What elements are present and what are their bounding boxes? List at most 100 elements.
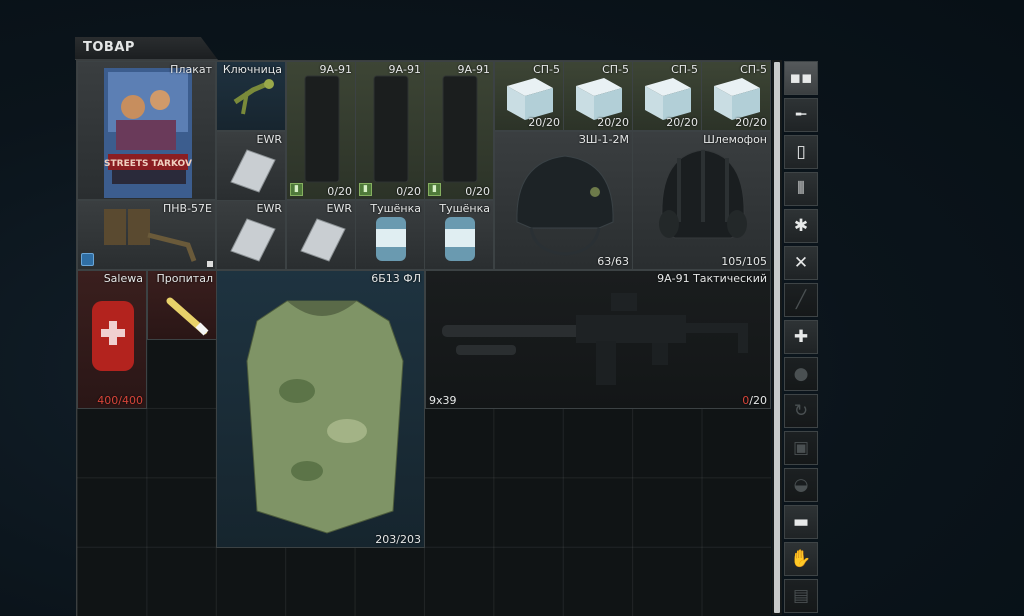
category-sidebar: ▪▪ ╾ ▯ ⦀ ✱ ✕ ╱ ✚ ● ↻ ▣ ◒ ▬ ✋ ▤: [784, 61, 820, 615]
item-name: ПНВ-57Е: [162, 202, 212, 215]
item-name: 6Б13 ФЛ: [371, 272, 421, 285]
filter-food-button[interactable]: ✕: [784, 246, 818, 280]
item-name: Salewa: [103, 272, 143, 285]
item-name: Шлемофон: [703, 133, 767, 146]
grenade-icon: ●: [793, 364, 809, 384]
filter-all-button[interactable]: ▪▪: [784, 61, 818, 95]
item-ammo-pack[interactable]: СП-5 20/20: [494, 61, 564, 131]
item-count: 203/203: [375, 533, 421, 546]
barter-icon: ↻: [793, 401, 809, 421]
medical-icon: ✚: [793, 327, 809, 347]
stash-grid[interactable]: STREETS TARKOV Плакат Ключница 9А-91 ▮ 0…: [76, 60, 771, 616]
filter-weapons-button[interactable]: ╾: [784, 98, 818, 132]
map-icon: ▤: [792, 586, 810, 606]
helmet-icon: [516, 155, 614, 256]
backpack-icon: ◒: [793, 475, 809, 495]
item-count: 400/400: [97, 394, 143, 407]
item-ewr[interactable]: EWR: [216, 200, 286, 270]
filter-ammo-button[interactable]: ⦀: [784, 172, 818, 206]
filter-barter-button[interactable]: ↻: [784, 394, 818, 428]
item-name: EWR: [256, 133, 282, 146]
gloves-icon: ✋: [790, 549, 812, 569]
filter-special-button[interactable]: ✱: [784, 209, 818, 243]
filter-armor-button[interactable]: ▣: [784, 431, 818, 465]
item-ammo-pack[interactable]: СП-5 20/20: [701, 61, 771, 131]
found-in-raid-icon: ▮: [359, 183, 372, 196]
filter-medical-button[interactable]: ✚: [784, 320, 818, 354]
food-icon: ✕: [793, 253, 809, 273]
item-count: 0/20: [396, 185, 421, 198]
in-use-icon: [81, 253, 94, 266]
item-count: 20/20: [666, 116, 698, 129]
item-helmet[interactable]: ЗШ-1-2М 63/63: [494, 131, 633, 270]
filter-gear-button[interactable]: ✋: [784, 542, 818, 576]
item-name: Пропитал: [156, 272, 213, 285]
item-name: Плакат: [170, 63, 212, 76]
item-ammo-pack[interactable]: СП-5 20/20: [563, 61, 633, 131]
rifle-icon: ╾: [795, 105, 807, 125]
armor-vest-icon: [246, 300, 404, 534]
headset-icon: [659, 149, 747, 239]
item-name: EWR: [256, 202, 282, 215]
item-name: СП-5: [533, 63, 560, 76]
item-magazine[interactable]: 9А-91 ▮ 0/20: [424, 61, 494, 200]
rifle-icon: [442, 293, 748, 385]
filter-backpacks-button[interactable]: ◒: [784, 468, 818, 502]
stash-scrollbar[interactable]: [772, 60, 782, 615]
item-armor[interactable]: 6Б13 ФЛ 203/203: [216, 270, 425, 548]
item-count: 20/20: [528, 116, 560, 129]
item-ewr[interactable]: EWR: [216, 131, 286, 201]
item-name: 9А-91: [457, 63, 491, 76]
filter-magazines-button[interactable]: ▯: [784, 135, 818, 169]
item-name: 9А-91: [388, 63, 422, 76]
scrollbar-thumb[interactable]: [774, 62, 780, 613]
item-ammo-pack[interactable]: СП-5 20/20: [632, 61, 702, 131]
item-salewa[interactable]: Salewa 400/400: [77, 270, 147, 409]
filter-melee-button[interactable]: ╱: [784, 283, 818, 317]
ammo-capacity: /20: [749, 394, 767, 407]
item-name: ЗШ-1-2М: [578, 133, 629, 146]
item-caliber: 9x39: [429, 394, 457, 407]
found-in-raid-icon: ▮: [428, 183, 441, 196]
item-poster[interactable]: STREETS TARKOV Плакат: [77, 61, 216, 200]
item-magazine[interactable]: 9А-91 ▮ 0/20: [355, 61, 425, 200]
item-count: 20/20: [735, 116, 767, 129]
item-rifle[interactable]: 9А-91 Тактический 9x39 0/20: [425, 270, 771, 409]
item-name: СП-5: [671, 63, 698, 76]
item-ewr[interactable]: EWR: [286, 200, 356, 270]
item-name: 9А-91: [319, 63, 353, 76]
item-name: СП-5: [740, 63, 767, 76]
poster-art-text: STREETS TARKOV: [104, 159, 192, 169]
item-count: 0/20: [465, 185, 490, 198]
item-keytool[interactable]: Ключница: [216, 61, 286, 131]
item-can[interactable]: Тушёнка: [355, 200, 425, 270]
stash-title: ТОВАР: [83, 40, 135, 55]
item-name: СП-5: [602, 63, 629, 76]
item-name: Тушёнка: [439, 202, 490, 215]
poster-image: STREETS TARKOV: [104, 68, 192, 198]
item-name: Ключница: [222, 63, 282, 76]
knife-icon: ╱: [795, 290, 807, 310]
item-count: 0/20: [327, 185, 352, 198]
item-count: 20/20: [597, 116, 629, 129]
item-nvg[interactable]: ПНВ-57Е: [77, 200, 216, 270]
item-magazine[interactable]: 9А-91 ▮ 0/20: [286, 61, 356, 200]
item-name: EWR: [326, 202, 352, 215]
magazine-icon: [304, 75, 340, 183]
filter-info-button[interactable]: ▤: [784, 579, 818, 613]
grid-icon: ▪▪: [789, 68, 813, 88]
item-name: Тушёнка: [370, 202, 421, 215]
item-propital[interactable]: Пропитал: [147, 270, 217, 340]
filter-grenades-button[interactable]: ●: [784, 357, 818, 391]
item-ammo-count: 0/20: [742, 394, 767, 407]
item-count: 105/105: [721, 255, 767, 268]
item-name: 9А-91 Тактический: [657, 272, 767, 285]
item-can[interactable]: Тушёнка: [424, 200, 494, 270]
ammo-icon: ⦀: [797, 179, 805, 199]
item-count: 63/63: [597, 255, 629, 268]
case-icon: ▬: [792, 512, 810, 532]
filter-containers-button[interactable]: ▬: [784, 505, 818, 539]
armor-icon: ▣: [792, 438, 810, 458]
item-shlemofon[interactable]: Шлемофон 105/105: [632, 131, 771, 270]
magazine-icon: [442, 75, 478, 183]
